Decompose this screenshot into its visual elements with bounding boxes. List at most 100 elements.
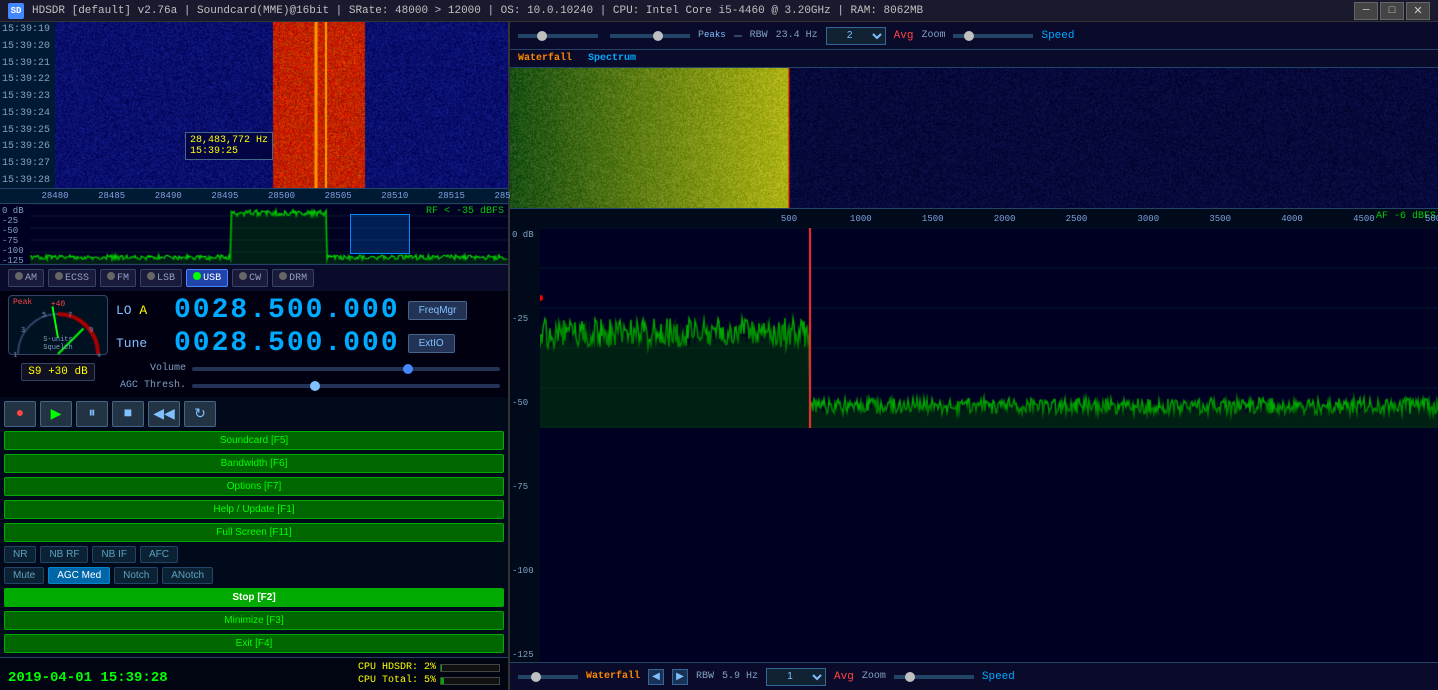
agc-med-button[interactable]: AGC Med	[48, 567, 110, 584]
zoom-label-bottom: Zoom	[862, 671, 886, 682]
cw-btn[interactable]: CW	[232, 269, 268, 287]
waterfall-tab[interactable]: Waterfall	[518, 53, 572, 64]
agc-slider-row: AGC Thresh.	[116, 380, 500, 391]
spectrum-tab[interactable]: Spectrum	[588, 53, 636, 64]
right-toolbar: Peaks RBW 23.4 Hz 2 Avg Zoom Speed	[510, 22, 1438, 50]
spectrum-y-label: -100	[512, 566, 538, 576]
bandwidth-button[interactable]: Bandwidth [F6]	[4, 454, 504, 473]
fm-btn[interactable]: FM	[100, 269, 136, 287]
record-button[interactable]: ●	[4, 401, 36, 427]
drm-btn[interactable]: DRM	[272, 269, 314, 287]
avg-label-top: Avg	[894, 30, 914, 42]
tune-value[interactable]: 0028.500.000	[174, 328, 400, 359]
speed-label-top: Speed	[1041, 30, 1074, 42]
nr-button[interactable]: NR	[4, 546, 36, 563]
exit-button[interactable]: Exit [F4]	[4, 634, 504, 653]
spectrum-freq-tick: 4000	[1281, 214, 1303, 224]
exit-row: Exit [F4]	[4, 634, 504, 653]
nb-if-button[interactable]: NB IF	[92, 546, 136, 563]
spectrum-db-label: -125	[2, 256, 28, 266]
cpu-hdsdr-label: CPU HDSDR: 2%	[358, 662, 436, 673]
volume-slider[interactable]	[192, 367, 500, 371]
time-label: 15:39:24	[2, 108, 53, 119]
ecss-btn[interactable]: ECSS	[48, 269, 96, 287]
spectrum-db-label: -25	[2, 216, 28, 226]
wf-next-btn[interactable]: ▶	[672, 669, 688, 685]
nb-rf-button[interactable]: NB RF	[40, 546, 88, 563]
am-btn[interactable]: AM	[8, 269, 44, 287]
rewind-button[interactable]: ◀◀	[148, 401, 180, 427]
playback-row: ● ▶ ⏸ ■ ◀◀ ↻	[4, 401, 504, 427]
rbw-top-value: 23.4 Hz	[776, 30, 818, 41]
spectrum-freq-tick: 3500	[1209, 214, 1231, 224]
options-button[interactable]: Options [F7]	[4, 477, 504, 496]
close-window-button[interactable]: ✕	[1406, 2, 1430, 20]
play-button[interactable]: ▶	[40, 401, 72, 427]
rbw-select-top[interactable]: 2	[826, 27, 886, 45]
cpu-total-bar	[440, 677, 500, 685]
spectrum-selection	[350, 214, 410, 254]
agc-thresh-label: AGC Thresh.	[116, 380, 186, 391]
freq-smeter-row: +40 S-units Squelch Peak S9 +30 dB	[0, 291, 508, 397]
mode-row: AM ECSS FM LSB USB CW DRM	[0, 264, 508, 291]
wf-prev-btn[interactable]: ◀	[648, 669, 664, 685]
afc-button[interactable]: AFC	[140, 546, 178, 563]
smeter: +40 S-units Squelch Peak	[8, 295, 108, 355]
s-reading: S9 +30 dB	[21, 363, 94, 381]
minimize-app-button[interactable]: Minimize [F3]	[4, 611, 504, 630]
spectrum-display-right[interactable]: 0 dB-25-50-75-100-125	[510, 228, 1438, 662]
anotch-button[interactable]: ANotch	[162, 567, 213, 584]
bottom-slider-1[interactable]	[518, 675, 578, 679]
spectrum-freq-tick: 500	[781, 214, 797, 224]
mute-button[interactable]: Mute	[4, 567, 44, 584]
waterfall-tab-bottom[interactable]: Waterfall	[586, 671, 640, 682]
waterfall-right[interactable]	[510, 68, 1438, 208]
usb-btn[interactable]: USB	[186, 269, 228, 287]
stop-button[interactable]: Stop [F2]	[4, 588, 504, 607]
rbw-select-bottom[interactable]: 1	[766, 668, 826, 686]
agc-thresh-slider[interactable]	[192, 384, 500, 388]
volume-label: Volume	[116, 363, 186, 374]
spectrum-top-canvas[interactable]	[30, 204, 508, 264]
smeter-area: +40 S-units Squelch Peak S9 +30 dB	[8, 295, 108, 393]
btn-rows: ● ▶ ⏸ ■ ◀◀ ↻ Soundcard [F5] Bandwidth [F…	[0, 397, 508, 657]
right-slider-2[interactable]	[610, 34, 690, 38]
titlebar-title: HDSDR [default] v2.76a | Soundcard(MME)@…	[32, 5, 923, 17]
lo-value[interactable]: 0028.500.000	[174, 295, 400, 326]
spectrum-db-label: 0 dB	[2, 206, 28, 216]
zoom-slider-top[interactable]	[953, 34, 1033, 38]
app-icon: SD	[8, 3, 24, 19]
rbw-value-bottom: 5.9 Hz	[722, 671, 758, 682]
freqmgr-button[interactable]: FreqMgr	[408, 301, 468, 320]
right-slider-1[interactable]	[518, 34, 598, 38]
spectrum-y-label: -50	[512, 398, 538, 408]
left-panel: 15:39:1915:39:2015:39:2115:39:2215:39:23…	[0, 22, 510, 690]
spectrum-top-labels: 0 dB-25-50-75-100-125	[0, 204, 30, 264]
soundcard-button[interactable]: Soundcard [F5]	[4, 431, 504, 450]
tooltip-time: 15:39:25	[190, 146, 238, 157]
notch-button[interactable]: Notch	[114, 567, 158, 584]
spectrum-db-label: -75	[2, 236, 28, 246]
pause-button[interactable]: ⏸	[76, 401, 108, 427]
extio-button[interactable]: ExtIO	[408, 334, 455, 353]
zoom-slider-bottom[interactable]	[894, 675, 974, 679]
loop-button[interactable]: ↻	[184, 401, 216, 427]
minimize-window-button[interactable]: ─	[1354, 2, 1378, 20]
waterfall-right-canvas[interactable]	[510, 68, 1438, 208]
freq-tick: 28510	[381, 191, 408, 201]
waterfall-canvas[interactable]	[55, 22, 508, 188]
freq-axis-inner: 2848028485284902849528500285052851028515…	[55, 189, 508, 203]
help-button[interactable]: Help / Update [F1]	[4, 500, 504, 519]
smeter-label: S-units Squelch	[9, 336, 107, 352]
spectrum-right-canvas[interactable]	[540, 228, 1438, 428]
spectrum-display-top[interactable]: 0 dB-25-50-75-100-125 RF < -35 dBFS	[0, 203, 508, 264]
time-label: 15:39:25	[2, 125, 53, 136]
waterfall-display[interactable]: 15:39:1915:39:2015:39:2115:39:2215:39:23…	[0, 22, 508, 188]
maximize-window-button[interactable]: □	[1380, 2, 1404, 20]
tune-label: Tune	[116, 336, 166, 351]
time-label: 15:39:19	[2, 24, 53, 35]
freq-tick: 28515	[438, 191, 465, 201]
stop-playback-button[interactable]: ■	[112, 401, 144, 427]
fullscreen-button[interactable]: Full Screen [F11]	[4, 523, 504, 542]
lsb-btn[interactable]: LSB	[140, 269, 182, 287]
